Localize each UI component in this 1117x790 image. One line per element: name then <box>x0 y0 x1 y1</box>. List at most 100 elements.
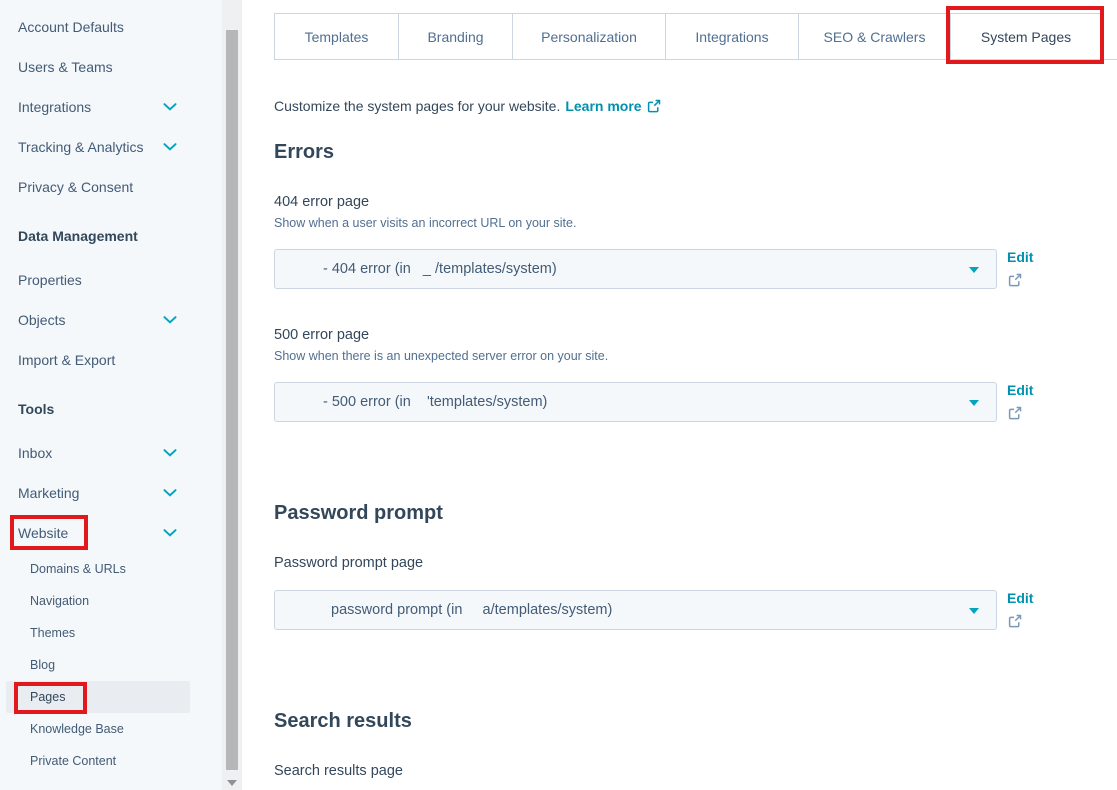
tab-bar: Templates Branding Personalization Integ… <box>274 13 1117 60</box>
sidebar-item-label: Properties <box>18 272 82 288</box>
sidebar-item-themes[interactable]: Themes <box>0 617 222 649</box>
sidebar-item-label: Navigation <box>30 594 89 608</box>
tab-label: Personalization <box>541 29 637 45</box>
chevron-down-icon <box>163 316 177 324</box>
field-description: Show when there is an unexpected server … <box>274 349 1117 363</box>
sidebar-item-label: Data Management <box>18 228 138 244</box>
sidebar-item-properties[interactable]: Properties <box>0 260 222 300</box>
open-in-new-button[interactable] <box>1008 406 1033 420</box>
open-in-new-button[interactable] <box>1008 273 1033 287</box>
sidebar-item-label: Users & Teams <box>18 59 113 75</box>
scrollbar-down-arrow[interactable] <box>227 780 237 786</box>
intro-text: Customize the system pages for your webs… <box>274 98 560 114</box>
select-value: - 404 error (in _ /templates/system) <box>323 261 557 277</box>
select-404-error-page[interactable]: - 404 error (in _ /templates/system) <box>274 249 997 289</box>
learn-more-label: Learn more <box>565 98 641 114</box>
external-link-icon <box>1008 614 1022 628</box>
sidebar-item-marketing[interactable]: Marketing <box>0 473 222 513</box>
section-heading: Password prompt <box>274 502 1117 525</box>
sidebar-item-label: Privacy & Consent <box>18 179 133 195</box>
chevron-down-icon <box>163 489 177 497</box>
field-label: 404 error page <box>274 194 1117 210</box>
section-fields: Search results page <box>274 763 1117 779</box>
sidebar-item-label: Tools <box>18 401 54 417</box>
caret-down-icon <box>969 267 979 273</box>
sections: Errors 404 error page Show when a user v… <box>274 141 1117 779</box>
select-password-prompt-page[interactable]: password prompt (in a/templates/system) <box>274 590 997 630</box>
chevron-down-icon <box>163 449 177 457</box>
sidebar-item-tools: Tools <box>0 389 222 429</box>
sidebar-item-label: Pages <box>30 690 65 704</box>
section-heading: Errors <box>274 141 1117 164</box>
field-label: 500 error page <box>274 327 1117 343</box>
scrollbar-thumb[interactable] <box>226 30 238 770</box>
external-link-icon <box>1008 273 1022 287</box>
tab-system-pages[interactable]: System Pages <box>950 13 1102 59</box>
sidebar-item-integrations[interactable]: Integrations <box>0 87 222 127</box>
edit-link[interactable]: Edit <box>1007 382 1033 398</box>
field-404-error-page: 404 error page Show when a user visits a… <box>274 194 1117 289</box>
field-description: Show when a user visits an incorrect URL… <box>274 216 1117 230</box>
select-value: - 500 error (in 'templates/system) <box>323 394 547 410</box>
select-row: - 404 error (in _ /templates/system) Edi… <box>274 249 1117 289</box>
sidebar-item-label: Integrations <box>18 99 91 115</box>
chevron-down-icon <box>163 529 177 537</box>
sidebar-item-label: Objects <box>18 312 65 328</box>
tab-branding[interactable]: Branding <box>398 13 512 59</box>
sidebar-item-pages[interactable]: Pages <box>6 681 190 713</box>
section-errors: Errors 404 error page Show when a user v… <box>274 141 1117 422</box>
sidebar-item-label: Domains & URLs <box>30 562 126 576</box>
select-row: - 500 error (in 'templates/system) Edit <box>274 382 1117 422</box>
main-content: Templates Branding Personalization Integ… <box>242 0 1117 790</box>
sidebar-item-objects[interactable]: Objects <box>0 300 222 340</box>
tab-label: Branding <box>427 29 483 45</box>
select-value: password prompt (in a/templates/system) <box>323 602 612 618</box>
tab-templates[interactable]: Templates <box>274 13 398 59</box>
sidebar-item-privacy-consent[interactable]: Privacy & Consent <box>0 167 222 207</box>
caret-down-icon <box>969 400 979 406</box>
sidebar-item-label: Private Content <box>30 754 116 768</box>
sidebar-item-users-teams[interactable]: Users & Teams <box>0 47 222 87</box>
tab-label: SEO & Crawlers <box>824 29 926 45</box>
select-row: password prompt (in a/templates/system) … <box>274 590 1117 630</box>
sidebar-item-account-defaults[interactable]: Account Defaults <box>0 7 222 47</box>
field-label: Password prompt page <box>274 555 1117 571</box>
sidebar-item-label: Website <box>18 525 68 541</box>
section-fields: 404 error page Show when a user visits a… <box>274 194 1117 422</box>
edit-actions: Edit <box>1007 382 1033 422</box>
intro-text-row: Customize the system pages for your webs… <box>274 98 1117 114</box>
sidebar-item-blog[interactable]: Blog <box>0 649 222 681</box>
external-link-icon <box>647 99 661 113</box>
field-500-error-page: 500 error page Show when there is an une… <box>274 327 1117 422</box>
sidebar-item-data-management: Data Management <box>0 216 222 256</box>
field-password-prompt-page: Password prompt page password prompt (in… <box>274 555 1117 630</box>
sidebar-item-label: Marketing <box>18 485 79 501</box>
tab-integrations[interactable]: Integrations <box>665 13 798 59</box>
sidebar-item-tracking-analytics[interactable]: Tracking & Analytics <box>0 127 222 167</box>
select-500-error-page[interactable]: - 500 error (in 'templates/system) <box>274 382 997 422</box>
learn-more-link[interactable]: Learn more <box>565 98 660 114</box>
chevron-down-icon <box>163 143 177 151</box>
sidebar-item-inbox[interactable]: Inbox <box>0 433 222 473</box>
sidebar-item-import-export[interactable]: Import & Export <box>0 340 222 380</box>
settings-window: Account Defaults Users & Teams Integrati… <box>0 0 1117 790</box>
sidebar-item-domains-urls[interactable]: Domains & URLs <box>0 553 222 585</box>
tab-seo-crawlers[interactable]: SEO & Crawlers <box>798 13 950 59</box>
caret-down-icon <box>969 608 979 614</box>
sidebar-item-knowledge-base[interactable]: Knowledge Base <box>0 713 222 745</box>
section-search-results: Search results Search results page <box>274 710 1117 779</box>
sidebar-item-navigation[interactable]: Navigation <box>0 585 222 617</box>
sidebar-item-website[interactable]: Website <box>0 513 222 553</box>
tab-label: Templates <box>305 29 369 45</box>
sidebar-item-private-content[interactable]: Private Content <box>0 745 222 777</box>
edit-link[interactable]: Edit <box>1007 249 1033 265</box>
external-link-icon <box>1008 406 1022 420</box>
sidebar-scrollbar <box>222 0 242 790</box>
tab-personalization[interactable]: Personalization <box>512 13 665 59</box>
edit-actions: Edit <box>1007 249 1033 289</box>
sidebar-item-label: Import & Export <box>18 352 115 368</box>
tab-label: Integrations <box>695 29 768 45</box>
edit-link[interactable]: Edit <box>1007 590 1033 606</box>
tab-label: System Pages <box>981 29 1071 45</box>
open-in-new-button[interactable] <box>1008 614 1033 628</box>
